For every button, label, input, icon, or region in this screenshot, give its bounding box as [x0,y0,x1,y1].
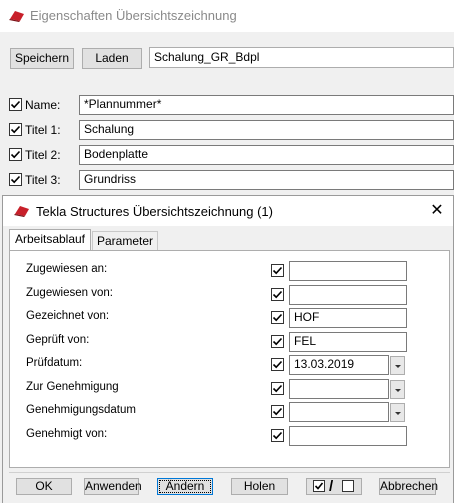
dropdown-button[interactable] [390,356,405,375]
checkmark-icon [10,149,21,160]
toggle-all-checkboxes-button[interactable]: / [306,478,362,495]
field-label: Zugewiesen von: [26,286,113,299]
save-button[interactable]: Speichern [10,48,74,69]
cancel-button[interactable]: Abbrechen [379,478,438,495]
chevron-down-icon [394,388,401,392]
field-label: Prüfdatum: [26,357,83,369]
row-enable-checkbox[interactable] [271,287,284,301]
row-enable-checkbox[interactable] [271,334,284,348]
field-label: Titel 3: [25,173,61,187]
field-input[interactable]: *Plannummer* [79,95,454,115]
field-label: Geprüft von: [26,333,90,346]
field-input[interactable]: Bodenplatte [79,145,454,165]
checkmark-icon [272,383,283,394]
get-button[interactable]: Holen [231,478,288,495]
ok-button[interactable]: OK [16,478,72,495]
field-input[interactable] [289,378,389,399]
checkmark-icon [10,174,21,185]
tekla-logo-icon [14,205,30,217]
checkmark-icon [272,359,283,370]
checkmark-icon [272,289,283,300]
tab-parameter[interactable]: Parameter [92,231,158,251]
tab-arbeitsablauf[interactable]: Arbeitsablauf [9,229,91,251]
checkmark-icon [272,406,283,417]
field-input[interactable] [289,284,407,305]
field-label: Zur Genehmigung [26,380,119,393]
field-label: Gezeichnet von: [26,310,110,322]
row-enable-checkbox[interactable] [271,311,284,324]
checkmark-icon [10,99,21,110]
row-enable-checkbox[interactable] [271,405,284,418]
checked-box-icon [313,480,325,492]
field-input[interactable]: Schalung [79,120,454,140]
tekla-logo-icon [9,10,25,22]
dropdown-button[interactable] [390,403,405,422]
field-label: Titel 2: [25,148,61,162]
dialog-title: Tekla Structures Übersichtszeichnung (1) [36,204,273,219]
modify-button[interactable]: Ändern [157,478,213,495]
field-label: Genehmigungsdatum [26,404,136,416]
field-label: Genehmigt von: [26,427,108,440]
chevron-down-icon [394,412,401,415]
row-enable-checkbox[interactable] [271,358,284,371]
field-input[interactable]: FEL [289,331,407,352]
toggle-slash: / [329,478,334,495]
load-button[interactable]: Laden [82,48,142,69]
footer-divider [9,472,450,473]
row-enable-checkbox[interactable] [9,98,22,111]
row-enable-checkbox[interactable] [271,381,284,395]
settings-file-input[interactable]: Schalung_GR_Bdpl [149,47,454,68]
field-label: Zugewiesen an: [26,263,108,275]
apply-button[interactable]: Anwenden [84,478,142,495]
field-input[interactable] [289,261,407,281]
checkmark-icon [272,336,283,347]
dropdown-button[interactable] [390,379,405,399]
row-enable-checkbox[interactable] [9,173,22,186]
field-label: Name: [25,98,61,112]
close-icon[interactable]: ✕ [424,200,450,222]
field-input[interactable] [289,402,389,422]
unchecked-box-icon [342,480,354,492]
chevron-down-icon [394,365,401,368]
checkmark-icon [272,430,283,441]
checkmark-icon [272,312,283,323]
row-enable-checkbox[interactable] [9,148,22,161]
field-label: Titel 1: [25,123,61,137]
field-input[interactable] [289,425,407,446]
row-enable-checkbox[interactable] [271,264,284,277]
row-enable-checkbox[interactable] [9,123,22,136]
checkmark-icon [272,265,283,276]
field-input[interactable]: 13.03.2019 [289,355,389,375]
row-enable-checkbox[interactable] [271,428,284,442]
field-input[interactable]: Grundriss [79,170,454,190]
back-window-title: Eigenschaften Übersichtszeichnung [30,8,237,23]
checkmark-icon [10,124,21,135]
field-input[interactable]: HOF [289,308,407,328]
